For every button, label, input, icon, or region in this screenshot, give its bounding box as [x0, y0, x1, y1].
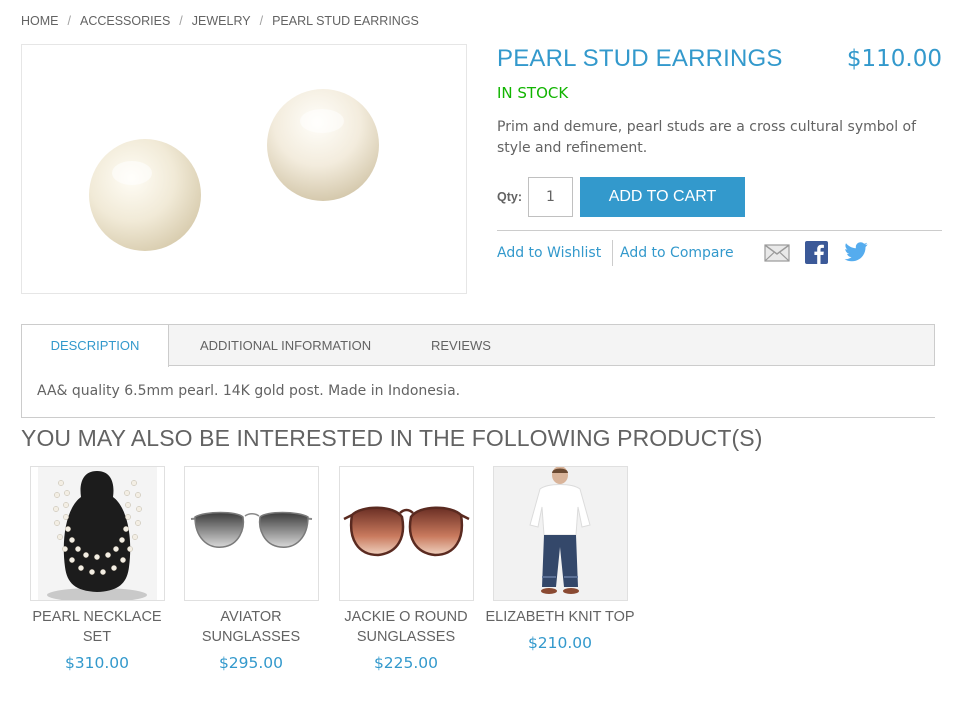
breadcrumb-jewelry[interactable]: JEWELRY: [192, 14, 251, 28]
product-price: $295.00: [218, 654, 284, 672]
tab-content-description: AA& quality 6.5mm pearl. 14K gold post. …: [37, 383, 461, 399]
product-name[interactable]: PEARL NECKLACE SET: [22, 607, 172, 647]
product-price: $210.00: [527, 634, 593, 652]
upsell-product: JACKIE O ROUND SUNGLASSES $225.00: [331, 466, 481, 672]
aviator-sunglasses-image: [190, 511, 312, 548]
product-thumbnail-aviator-sunglasses[interactable]: [183, 466, 319, 601]
product-title: PEARL STUD EARRINGS: [497, 45, 783, 72]
product-thumbnail-elizabeth-knit-top[interactable]: [492, 466, 628, 601]
breadcrumb-accessories[interactable]: ACCESSORIES: [80, 14, 170, 28]
tab-description[interactable]: DESCRIPTION: [22, 325, 169, 367]
product-tabs: DESCRIPTION ADDITIONAL INFORMATION REVIE…: [21, 324, 935, 418]
qty-label: Qty:: [497, 190, 522, 204]
facebook-icon[interactable]: [805, 241, 828, 268]
upsell-product: AVIATOR SUNGLASSES $295.00: [176, 466, 326, 672]
upsell-product: ELIZABETH KNIT TOP $210.00: [485, 466, 635, 652]
stock-status: IN STOCK: [497, 84, 569, 102]
breadcrumb-separator: /: [67, 14, 71, 28]
upsell-title: YOU MAY ALSO BE INTERESTED IN THE FOLLOW…: [21, 425, 763, 451]
breadcrumb-home[interactable]: HOME: [21, 14, 59, 28]
short-description: Prim and demure, pearl studs are a cross…: [497, 119, 917, 156]
qty-input[interactable]: [528, 177, 573, 217]
product-name[interactable]: JACKIE O ROUND SUNGLASSES: [331, 607, 481, 647]
add-to-wishlist-link[interactable]: Add to Wishlist: [497, 245, 601, 261]
product-price: $110.00: [846, 46, 942, 72]
breadcrumb-separator: /: [259, 14, 264, 28]
email-icon[interactable]: [764, 243, 790, 267]
add-to-cart-button[interactable]: ADD TO CART: [580, 177, 745, 217]
breadcrumb-current: PEARL STUD EARRINGS: [272, 14, 419, 28]
twitter-icon[interactable]: [844, 242, 868, 266]
product-main-image[interactable]: [21, 44, 467, 294]
product-price: $225.00: [373, 654, 439, 672]
pearl-earrings-image: [89, 89, 379, 251]
product-thumbnail-jackie-o-sunglasses[interactable]: [338, 466, 474, 601]
product-thumbnail-pearl-necklace[interactable]: [29, 466, 165, 601]
product-name[interactable]: AVIATOR SUNGLASSES: [176, 607, 326, 647]
divider: [497, 230, 942, 231]
breadcrumb: HOME / ACCESSORIES / JEWELRY / PEARL STUD EARR…: [21, 14, 419, 28]
product-name[interactable]: ELIZABETH KNIT TOP: [485, 607, 635, 627]
tab-additional-information[interactable]: ADDITIONAL INFORMATION: [200, 325, 371, 366]
tab-bar: DESCRIPTION ADDITIONAL INFORMATION REVIE…: [22, 324, 935, 367]
upsell-product: PEARL NECKLACE SET $310.00: [22, 466, 172, 672]
tab-reviews[interactable]: REVIEWS: [431, 325, 491, 366]
elizabeth-knit-top-image: [493, 467, 627, 600]
breadcrumb-separator: /: [179, 14, 183, 28]
link-separator: [612, 240, 613, 266]
add-to-compare-link[interactable]: Add to Compare: [620, 245, 734, 261]
jackie-o-sunglasses-image: [342, 506, 470, 557]
pearl-necklace-image: [37, 467, 157, 600]
product-price: $310.00: [64, 654, 130, 672]
